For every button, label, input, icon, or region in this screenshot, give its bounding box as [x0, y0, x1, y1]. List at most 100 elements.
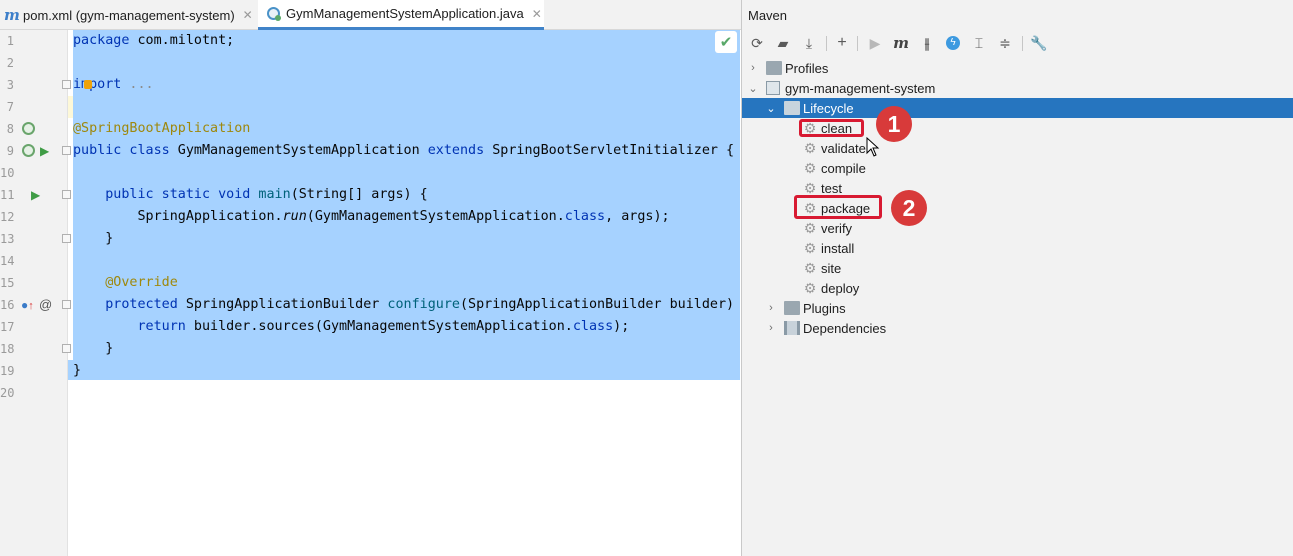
gear-icon: ⚙: [803, 180, 817, 196]
code-line: 18 }: [0, 338, 741, 360]
chevron-right-icon[interactable]: ›: [765, 322, 777, 334]
spring-bean-icon[interactable]: [22, 122, 35, 135]
tree-label: deploy: [821, 280, 860, 296]
code-line: 3 import ...: [0, 74, 741, 96]
line-number: 20: [0, 386, 15, 400]
code-line: 7: [0, 96, 741, 118]
tab-pom-xml[interactable]: m pom.xml (gym-management-system) ✕: [0, 0, 258, 30]
line-number: 14: [0, 254, 15, 268]
code-line: 11 ▶ public static void main(String[] ar…: [0, 184, 741, 206]
chevron-right-icon[interactable]: ›: [765, 302, 777, 314]
tree-item-phase[interactable]: ⚙ verify: [742, 218, 1293, 238]
gear-icon: ⚙: [803, 280, 817, 296]
download-icon[interactable]: ⤓: [798, 32, 820, 54]
tree-label: site: [821, 260, 842, 276]
maven-toolbar: ⟳ ▰ ⤓ + ▶ m ⫲ ϟ ⌶ ≑ 🔧: [742, 30, 1293, 56]
tree-label: validate: [821, 140, 866, 156]
line-number: 11: [0, 188, 15, 202]
override-icon[interactable]: ●↑: [21, 294, 34, 317]
code-text: SpringApplication.run(GymManagementSyste…: [73, 209, 670, 224]
code-line: 19 }: [0, 360, 741, 382]
chevron-down-icon[interactable]: ⌄: [765, 102, 777, 115]
code-line: 8 @SpringBootApplication: [0, 118, 741, 140]
line-number: 8: [6, 122, 14, 136]
show-dependencies-icon[interactable]: ⌶: [968, 32, 990, 54]
fold-marker[interactable]: [62, 300, 71, 309]
highlight-box-clean: [799, 119, 864, 137]
tree-item-phase[interactable]: ⚙ install: [742, 238, 1293, 258]
fold-marker[interactable]: [62, 80, 71, 89]
code-line: 13 }: [0, 228, 741, 250]
code-line: 14: [0, 250, 741, 272]
mouse-cursor-icon: [866, 137, 880, 157]
tree-item-phase[interactable]: ⚙ deploy: [742, 278, 1293, 298]
tree-item-phase[interactable]: ⚙ validate: [742, 138, 1293, 158]
editor-tab-bar: m pom.xml (gym-management-system) ✕ GymM…: [0, 0, 741, 30]
tree-label: Dependencies: [803, 320, 887, 336]
close-icon[interactable]: ✕: [532, 7, 542, 21]
tab-application-java[interactable]: GymManagementSystemApplication.java ✕: [258, 0, 544, 30]
settings-wrench-icon[interactable]: 🔧: [1028, 32, 1050, 54]
code-line: 2: [0, 52, 741, 74]
tree-item-lifecycle[interactable]: ⌄ Lifecycle: [742, 98, 1293, 118]
run-icon[interactable]: ▶: [40, 140, 49, 162]
plus-icon[interactable]: +: [831, 32, 853, 54]
tree-item-phase[interactable]: ⚙ site: [742, 258, 1293, 278]
tab-label: pom.xml (gym-management-system): [23, 7, 235, 23]
collapse-all-icon[interactable]: ≑: [994, 32, 1016, 54]
line-number: 16: [0, 298, 15, 312]
code-editor: m pom.xml (gym-management-system) ✕ GymM…: [0, 0, 750, 556]
maven-project-icon: [766, 81, 780, 95]
line-number: 9: [6, 144, 14, 158]
reload-icon[interactable]: ⟳: [746, 32, 768, 54]
tree-item-phase[interactable]: ⚙ compile: [742, 158, 1293, 178]
code-text: @SpringBootApplication: [73, 121, 251, 136]
tree-item-profiles[interactable]: › Profiles: [742, 58, 1293, 78]
fold-marker[interactable]: [62, 190, 71, 199]
close-icon[interactable]: ✕: [243, 8, 253, 22]
tree-label: install: [821, 240, 855, 256]
fold-marker[interactable]: [62, 234, 71, 243]
code-text: }: [73, 341, 114, 356]
tree-item-project[interactable]: ⌄ gym-management-system: [742, 78, 1293, 98]
tree-label: compile: [821, 160, 866, 176]
code-line: 15 @Override: [0, 272, 741, 294]
toggle-offline-icon[interactable]: ⫲: [916, 32, 938, 54]
toolbar-separator: [1022, 36, 1023, 51]
toolbar-separator: [857, 36, 858, 51]
run-icon[interactable]: ▶: [31, 184, 40, 206]
tree-label: test: [821, 180, 842, 196]
chevron-right-icon[interactable]: ›: [747, 62, 759, 74]
code-line: 10: [0, 162, 741, 184]
tree-item-dependencies[interactable]: › Dependencies: [742, 318, 1293, 338]
gear-icon: ⚙: [803, 220, 817, 236]
tree-label: Plugins: [803, 300, 846, 316]
code-text: }: [73, 231, 114, 246]
spring-bean-icon[interactable]: [22, 144, 35, 157]
highlight-box-package: [794, 195, 882, 219]
skip-tests-icon[interactable]: ϟ: [942, 32, 964, 54]
gear-icon: ⚙: [803, 140, 817, 156]
tab-label: GymManagementSystemApplication.java: [286, 6, 524, 21]
line-number: 10: [0, 166, 15, 180]
tree-label: gym-management-system: [785, 80, 936, 96]
folder-icon: [784, 101, 800, 115]
fold-marker[interactable]: [62, 146, 71, 155]
chevron-down-icon[interactable]: ⌄: [747, 82, 759, 95]
folder-icon: [766, 61, 782, 75]
bulb-icon[interactable]: [84, 80, 92, 89]
fold-marker[interactable]: [62, 344, 71, 353]
maven-m-icon[interactable]: m: [890, 32, 912, 54]
add-folder-icon[interactable]: ▰: [772, 32, 794, 54]
annotation-icon[interactable]: @: [39, 294, 52, 316]
code-text: }: [73, 363, 82, 378]
code-line: 1 package com.milotnt;: [0, 30, 741, 52]
java-class-icon: [267, 7, 281, 21]
line-number: 7: [6, 100, 14, 114]
gear-icon: ⚙: [803, 260, 817, 276]
code-line: 20: [0, 382, 741, 404]
line-number: 2: [6, 56, 14, 70]
tree-item-plugins[interactable]: › Plugins: [742, 298, 1293, 318]
code-line: 12 SpringApplication.run(GymManagementSy…: [0, 206, 741, 228]
run-icon[interactable]: ▶: [864, 32, 886, 54]
